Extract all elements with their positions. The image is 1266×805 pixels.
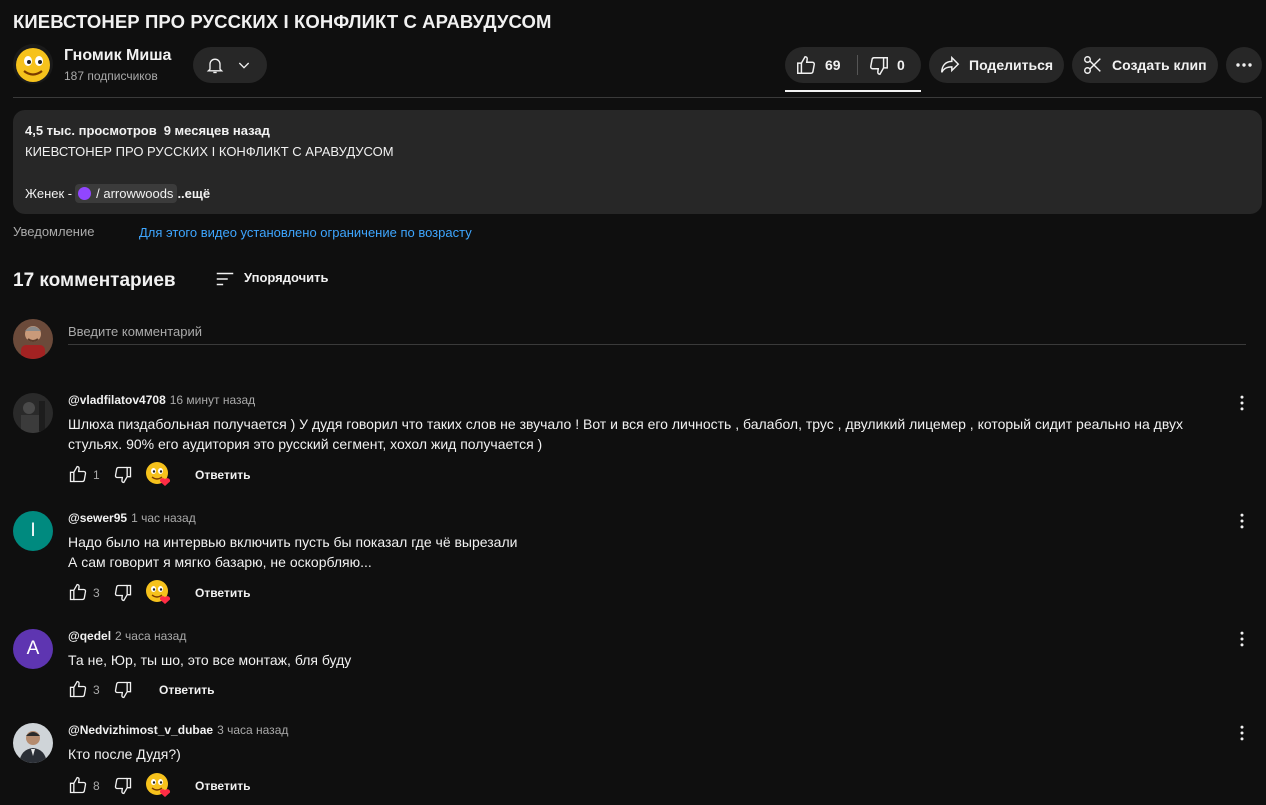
comment-time[interactable]: 2 часа назад: [115, 629, 186, 643]
comment-menu-icon[interactable]: [1232, 629, 1252, 654]
comment-dislike-icon[interactable]: [113, 583, 133, 608]
more-horizontal-icon: [1236, 63, 1252, 67]
like-underline: [785, 90, 921, 92]
description-prefix: Женек -: [25, 186, 73, 201]
comment-text: Кто после Дудя?): [68, 746, 181, 762]
comment-time[interactable]: 3 часа назад: [217, 723, 288, 737]
sort-icon: [216, 272, 234, 286]
avatar[interactable]: [13, 393, 53, 433]
comment-author[interactable]: @sewer95: [68, 511, 127, 525]
comment-author[interactable]: @Nedvizhimost_v_dubae: [68, 723, 213, 737]
comment-header: @sewer95 1 час назад: [68, 511, 196, 525]
divider: [857, 55, 858, 75]
creator-heart-icon: [145, 579, 171, 605]
create-clip-button[interactable]: Создать клип: [1072, 47, 1218, 83]
comment-time[interactable]: 16 минут назад: [170, 393, 255, 407]
reply-button[interactable]: Ответить: [195, 779, 250, 793]
upload-date: 9 месяцев назад: [163, 123, 270, 138]
comment-dislike-icon[interactable]: [113, 465, 133, 490]
share-button[interactable]: Поделиться: [929, 47, 1064, 83]
comment-like-count: 8: [93, 779, 100, 793]
divider: [13, 97, 1262, 98]
comment-dislike-icon[interactable]: [113, 680, 133, 705]
video-title: КИЕВСТОНЕР ПРО РУССКИХ І КОНФЛИКТ С АРАВ…: [13, 11, 552, 32]
scissors-icon: [1082, 54, 1104, 79]
notice-label: Уведомление: [13, 224, 95, 239]
age-restriction-link[interactable]: Для этого видео установлено ограничение …: [139, 225, 472, 240]
my-avatar: [13, 319, 53, 359]
avatar[interactable]: I: [13, 511, 53, 551]
dislike-button[interactable]: [868, 55, 890, 82]
channel-name[interactable]: Гномик Миша: [64, 47, 171, 65]
comment-text: Надо было на интервью включить пусть бы …: [68, 534, 518, 570]
comment-item: @Nedvizhimost_v_dubae 3 часа назад Кто по…: [13, 723, 1253, 803]
comment-like-icon[interactable]: [68, 464, 88, 489]
comment-header: @vladfilatov4708 16 минут назад: [68, 393, 255, 407]
comment-like-count: 3: [93, 683, 100, 697]
sort-label: Упорядочить: [244, 270, 329, 285]
show-more-link[interactable]: ..ещё: [177, 186, 210, 201]
like-dislike-group: 69 0: [785, 47, 921, 83]
description-meta: 4,5 тыс. просмотров 9 месяцев назад: [25, 123, 270, 138]
avatar[interactable]: A: [13, 629, 53, 669]
comment-like-count: 1: [93, 468, 100, 482]
dislike-count: 0: [897, 57, 905, 73]
comment-item: @vladfilatov4708 16 минут назад Шлюха пиз…: [13, 393, 1253, 493]
channel-row: Гномик Миша 187 подписчиков 69 0 Поделит…: [13, 44, 1266, 94]
twitch-link[interactable]: / arrowwoods: [75, 184, 178, 203]
comment-actions: 3 Ответить: [68, 679, 468, 703]
comment-author[interactable]: @qedel: [68, 629, 111, 643]
comment-menu-icon[interactable]: [1232, 723, 1252, 748]
twitch-icon: [78, 187, 92, 200]
share-label: Поделиться: [969, 57, 1054, 73]
chevron-down-icon: [236, 57, 252, 78]
comment-time[interactable]: 1 час назад: [131, 511, 196, 525]
comment-header: @qedel 2 часа назад: [68, 629, 186, 643]
share-icon: [939, 54, 961, 79]
twitch-link-text: / arrowwoods: [96, 186, 174, 201]
creator-heart-icon: [145, 772, 171, 798]
like-count: 69: [825, 57, 841, 73]
comment-menu-icon[interactable]: [1232, 511, 1252, 536]
comment-actions: 1 Ответить: [68, 461, 468, 490]
reply-button[interactable]: Ответить: [195, 468, 250, 482]
channel-avatar[interactable]: [13, 44, 53, 84]
clip-label: Создать клип: [1112, 57, 1207, 73]
description-text: КИЕВСТОНЕР ПРО РУССКИХ І КОНФЛИКТ С АРАВ…: [25, 144, 394, 159]
comment-actions: 8 Ответить: [68, 772, 468, 801]
creator-heart-icon: [145, 461, 171, 487]
comment-like-icon[interactable]: [68, 679, 88, 704]
comment-dislike-icon[interactable]: [113, 776, 133, 801]
reply-button[interactable]: Ответить: [159, 683, 214, 697]
comment-item: I @sewer95 1 час назад Надо было на интер…: [13, 511, 1253, 611]
description-link-line: Женек - / arrowwoods ..ещё: [25, 184, 210, 203]
comment-like-icon[interactable]: [68, 775, 88, 800]
comment-text: Та не, Юр, ты шо, это все монтаж, бля бу…: [68, 652, 352, 668]
comment-like-count: 3: [93, 586, 100, 600]
more-actions-button[interactable]: [1226, 47, 1262, 83]
comment-like-icon[interactable]: [68, 582, 88, 607]
bell-icon: [205, 55, 225, 80]
reply-button[interactable]: Ответить: [195, 586, 250, 600]
like-button[interactable]: [795, 54, 817, 81]
comment-menu-icon[interactable]: [1232, 393, 1252, 418]
comment-author[interactable]: @vladfilatov4708: [68, 393, 166, 407]
comment-item: A @qedel 2 часа назад Та не, Юр, ты шо, э…: [13, 629, 1253, 709]
notifications-button[interactable]: [193, 47, 267, 83]
comment-actions: 3 Ответить: [68, 579, 468, 608]
comment-header: @Nedvizhimost_v_dubae 3 часа назад: [68, 723, 288, 737]
comments-count: 17 комментариев: [13, 270, 176, 291]
view-count: 4,5 тыс. просмотров: [25, 123, 157, 138]
comment-text: Шлюха пиздабольная получается ) У дудя г…: [68, 416, 1183, 452]
avatar[interactable]: [13, 723, 53, 763]
subscriber-count: 187 подписчиков: [64, 69, 158, 83]
comment-input[interactable]: [68, 319, 1246, 345]
description-box[interactable]: 4,5 тыс. просмотров 9 месяцев назад КИЕВС…: [13, 110, 1262, 214]
